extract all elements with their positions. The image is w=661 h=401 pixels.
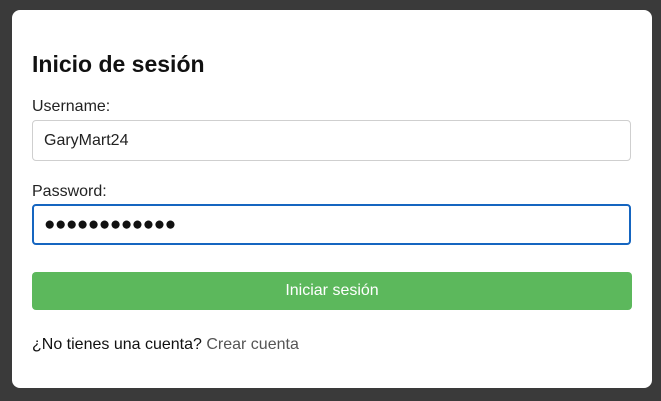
create-account-link[interactable]: Crear cuenta [206,336,299,353]
username-value: GaryMart24 [44,131,129,149]
password-field[interactable]: ●●●●●●●●●●●● [32,204,631,245]
username-field[interactable]: GaryMart24 [32,120,631,161]
signup-prompt-text: ¿No tienes una cuenta? [32,336,202,353]
login-button[interactable]: Iniciar sesión [32,272,632,310]
password-label: Password: [32,183,107,200]
login-card: Inicio de sesión Username: GaryMart24 Pa… [12,10,652,388]
username-label: Username: [32,98,111,115]
signup-prompt-line: ¿No tienes una cuenta? Crear cuenta [32,335,299,355]
password-value: ●●●●●●●●●●●● [44,213,176,235]
page-title: Inicio de sesión [32,51,205,77]
